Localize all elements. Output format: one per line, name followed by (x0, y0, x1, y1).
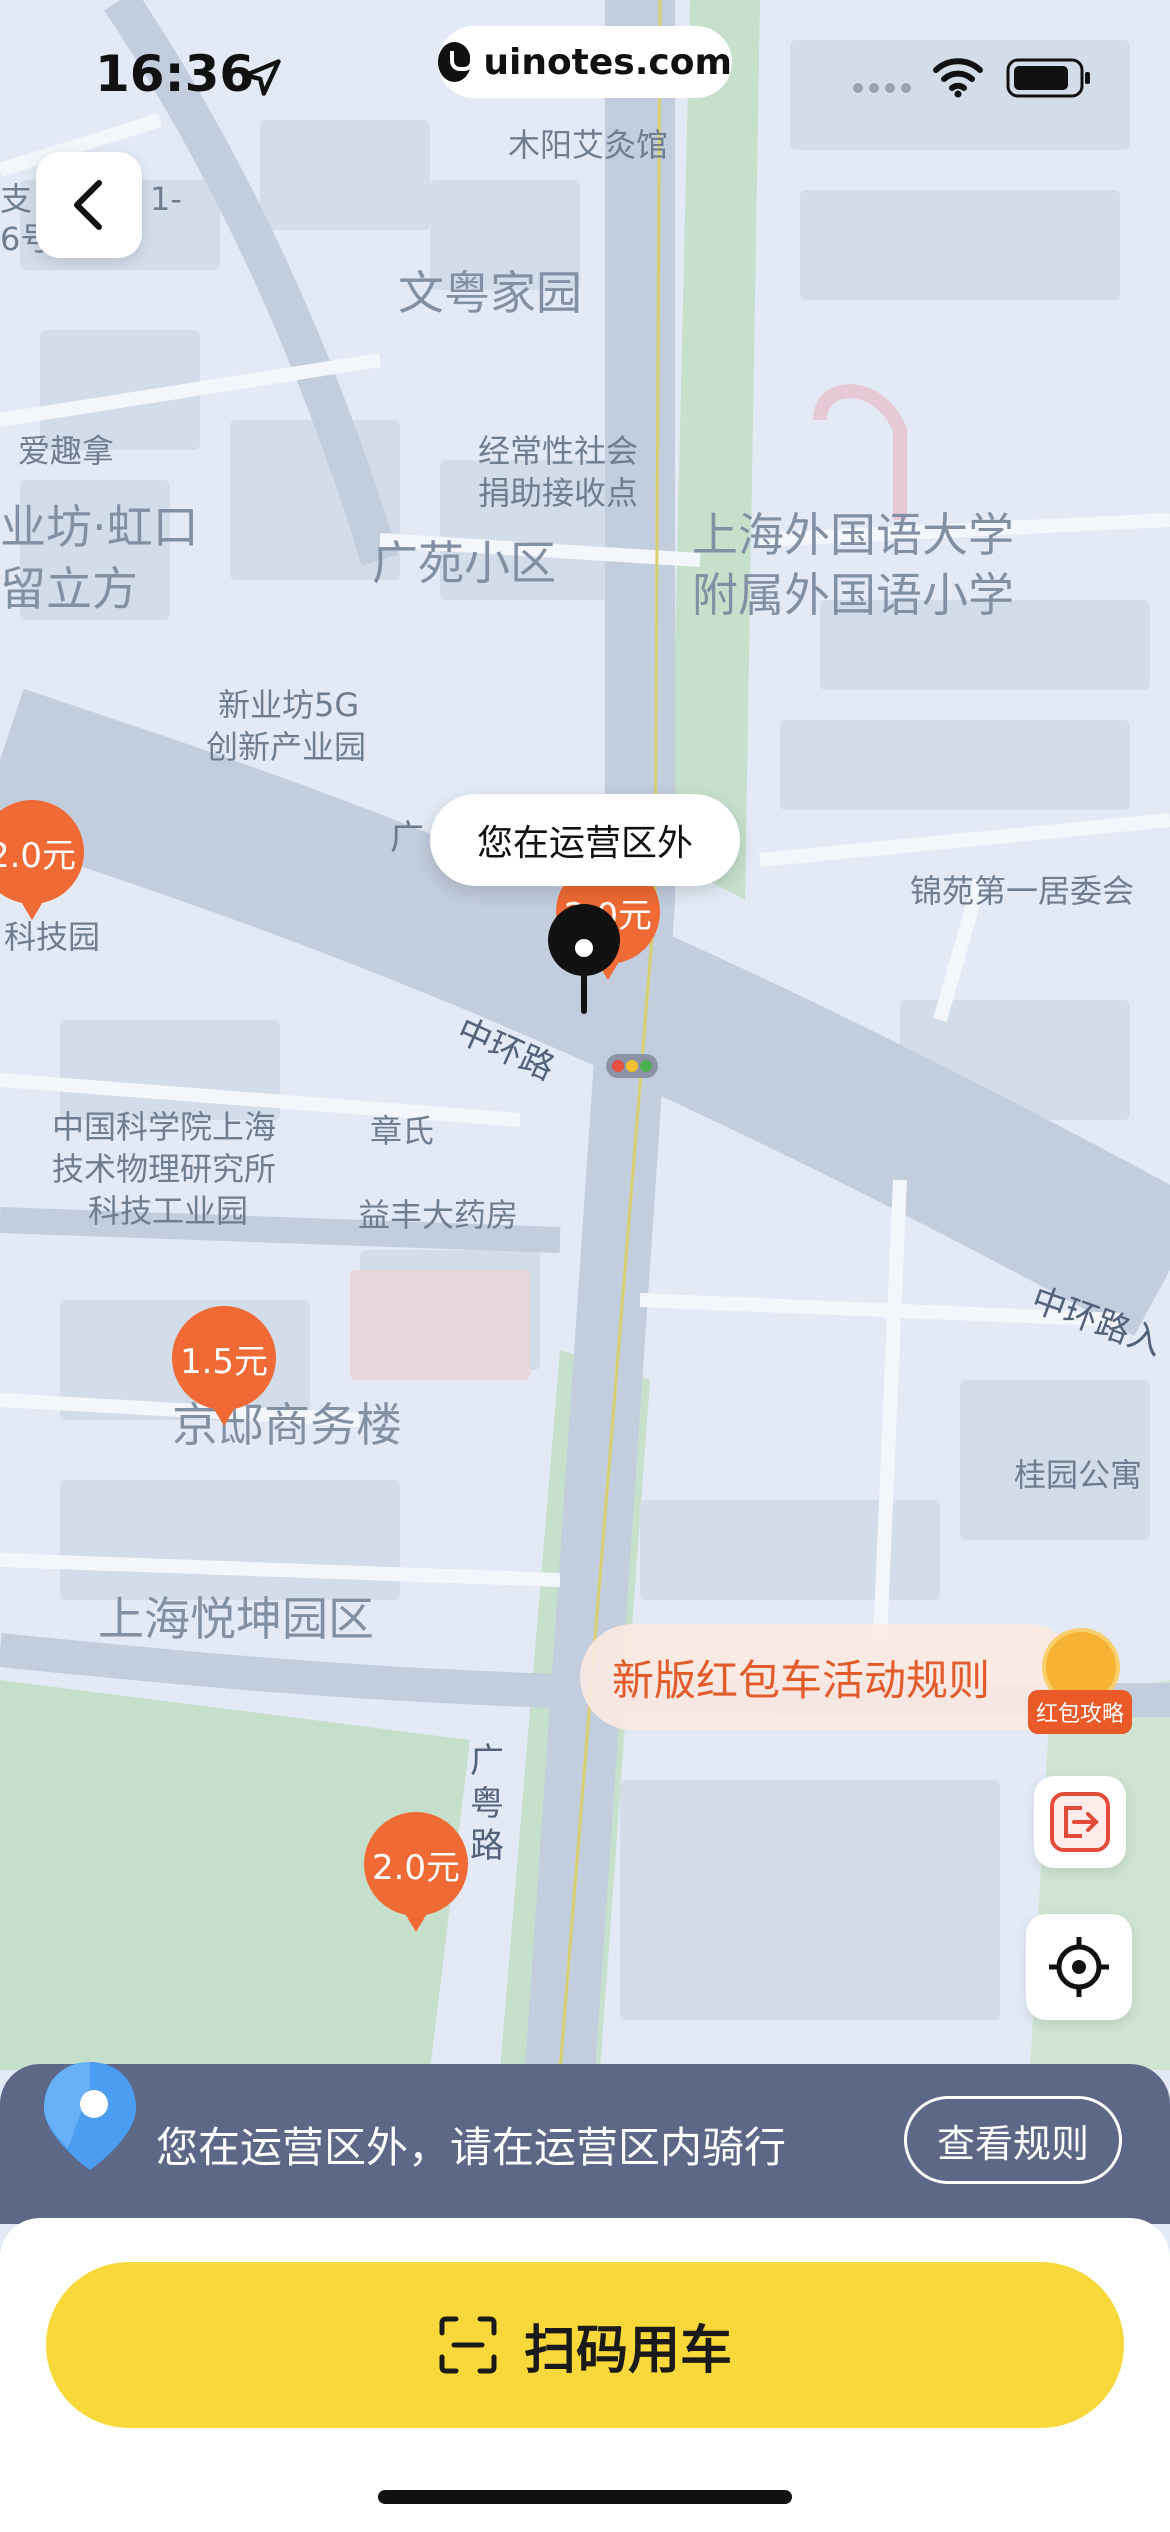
poi-label: 爱趣拿 (18, 432, 115, 470)
poi-label: 支 (0, 180, 33, 218)
exit-area-button[interactable] (1034, 1776, 1126, 1868)
crosshair-icon (1049, 1937, 1109, 1997)
battery-icon (1006, 58, 1090, 98)
poi-label: 捐助接收点 (478, 474, 639, 512)
map-location-badge-icon (44, 2062, 136, 2170)
site-logo-icon (438, 42, 475, 82)
poi-label: 广 (390, 818, 424, 858)
url-text: uinotes.com (483, 41, 732, 83)
status-bar: 16:36 uinotes.com (0, 0, 1170, 140)
wifi-icon (933, 58, 983, 98)
poi-label: 上海悦坤园区 (98, 1592, 374, 1646)
poi-label: 科技工业园 (88, 1192, 249, 1230)
promo-rules-text: 新版红包车活动规则 (612, 1655, 991, 1705)
poi-label: 桂园公寓 (1014, 1456, 1143, 1494)
road-label: 广粤路 (470, 1741, 504, 1866)
hongbao-guide-button[interactable]: 红包攻略 (1028, 1628, 1132, 1738)
location-arrow-icon (243, 59, 281, 96)
poi-label: 上海外国语大学 (692, 508, 1014, 562)
price-marker[interactable]: 1.5元 (172, 1306, 276, 1426)
poi-label: 益丰大药房 (358, 1196, 519, 1234)
hongbao-guide-tag: 红包攻略 (1028, 1690, 1132, 1734)
service-area-notice-text: 您在运营区外，请在运营区内骑行 (156, 2123, 787, 2172)
poi-label: 新业坊5G (218, 686, 360, 724)
poi-label: 技术物理研究所 (52, 1150, 277, 1188)
scan-icon (439, 2316, 497, 2374)
poi-label: 广苑小区 (372, 536, 556, 590)
url-pill: uinotes.com (438, 26, 732, 98)
scan-to-ride-button[interactable]: 扫码用车 (46, 2262, 1124, 2428)
scan-to-ride-label: 扫码用车 (523, 2320, 732, 2381)
poi-label: 中国科学院上海 (52, 1108, 277, 1146)
promo-rules-link[interactable]: 新版红包车活动规则 (580, 1624, 1080, 1730)
poi-label: 1- (150, 180, 182, 218)
exit-icon (1050, 1792, 1110, 1852)
status-time: 16:36 (95, 45, 255, 103)
poi-label: 锦苑第一居委会 (910, 872, 1135, 910)
user-location-pin-icon (548, 904, 620, 1014)
poi-label: 科技园 (4, 918, 101, 956)
back-button[interactable] (36, 152, 142, 258)
chevron-left-icon (74, 180, 102, 230)
home-indicator[interactable] (378, 2490, 792, 2504)
locate-me-button[interactable] (1026, 1914, 1132, 2020)
poi-label: 经常性社会 (478, 432, 639, 470)
view-rules-button[interactable]: 查看规则 (904, 2096, 1122, 2184)
poi-label: 业坊·虹口 (0, 500, 199, 554)
price-marker[interactable]: 2.0元 (364, 1812, 468, 1932)
signal-dots-icon (853, 83, 911, 93)
poi-label: 留立方 (0, 562, 138, 616)
location-status-bubble: 您在运营区外 (430, 794, 740, 886)
poi-label: 文粤家园 (398, 266, 582, 320)
poi-label: 附属外国语小学 (692, 568, 1014, 622)
poi-label: 创新产业园 (206, 728, 367, 766)
poi-label: 章氏 (370, 1112, 435, 1150)
